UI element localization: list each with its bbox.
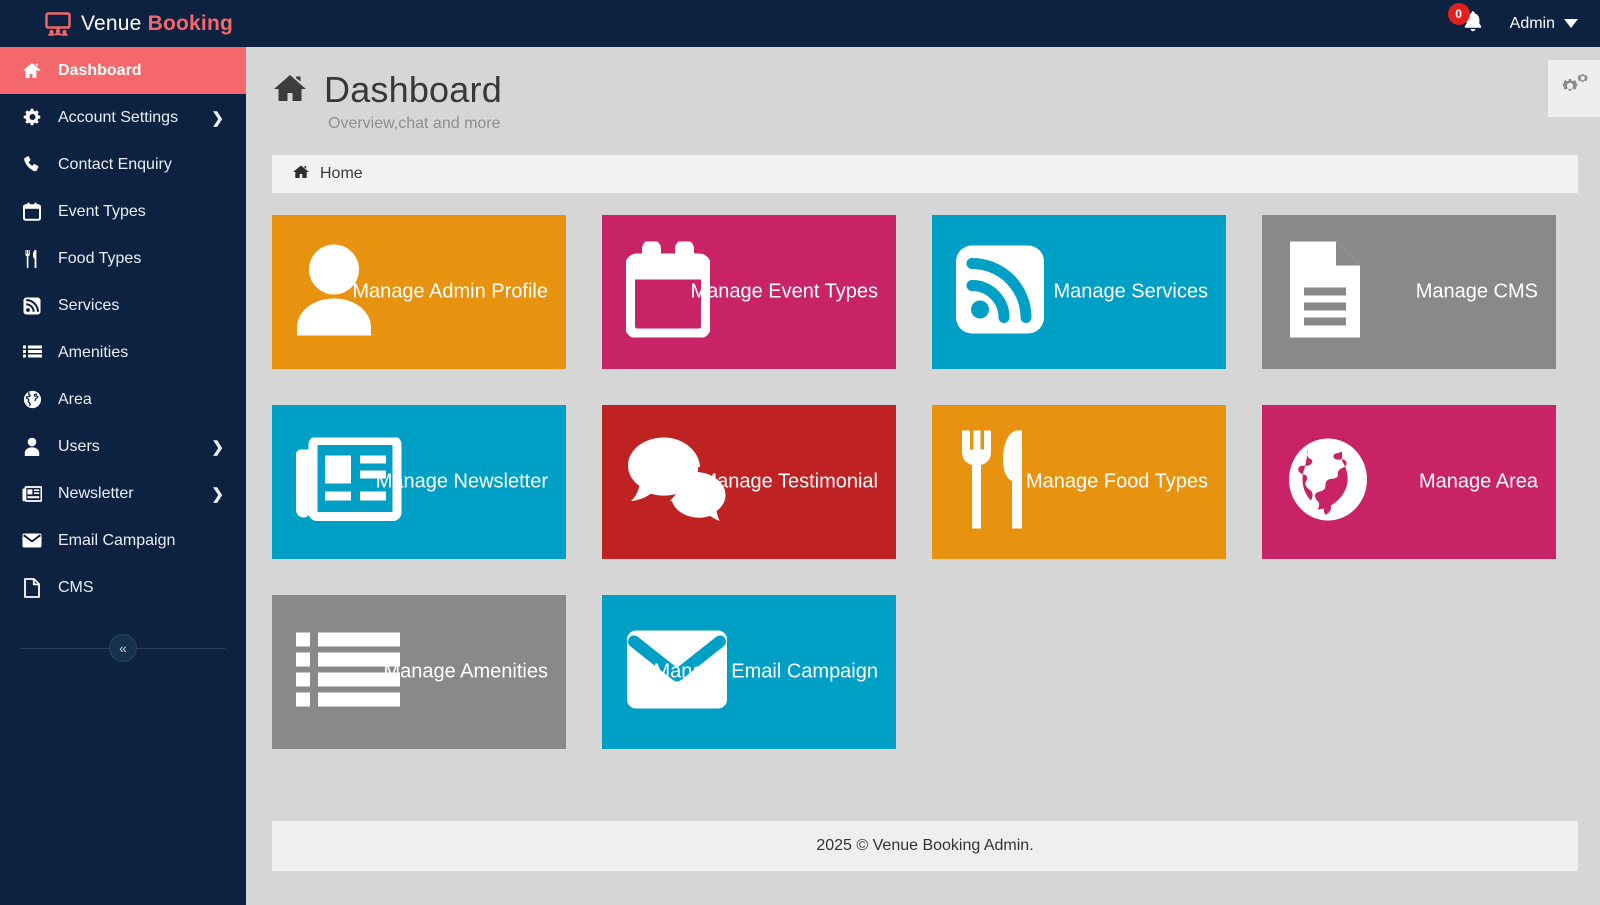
admin-user-menu[interactable]: Admin <box>1510 15 1578 33</box>
tile-manage-services[interactable]: Manage Services <box>932 215 1226 369</box>
tile-manage-testimonial[interactable]: Manage Testimonial <box>602 405 896 559</box>
tile-label: Manage Admin Profile <box>352 280 548 303</box>
tile-label: Manage Area <box>1419 470 1538 493</box>
globe-icon <box>20 390 44 409</box>
tile-label: Manage Food Types <box>1026 470 1208 493</box>
tile-label: Manage Email Campaign <box>653 660 878 683</box>
rss-square-icon <box>956 245 1044 339</box>
file-text-icon <box>1286 240 1364 345</box>
sidebar-collapse-row: « <box>0 625 246 671</box>
tile-manage-cms[interactable]: Manage CMS <box>1262 215 1556 369</box>
page-title: Dashboard <box>272 69 1600 111</box>
sidebar-item-email-campaign[interactable]: Email Campaign <box>0 517 246 564</box>
sidebar-item-label: Account Settings <box>58 108 179 126</box>
home-icon <box>272 72 308 109</box>
page-subtitle: Overview,chat and more <box>328 115 501 132</box>
home-icon <box>292 164 310 185</box>
chevron-down-icon <box>1564 19 1578 28</box>
cogs-icon <box>1559 73 1589 104</box>
user-icon <box>20 437 44 456</box>
tile-label: Manage Amenities <box>383 660 548 683</box>
notifications-button[interactable]: 0 <box>1447 2 1488 39</box>
top-navbar: Venue Booking 0 Admin <box>0 0 1600 47</box>
tile-manage-email-campaign[interactable]: Manage Email Campaign <box>602 595 896 749</box>
tile-label: Manage Testimonial <box>700 470 878 493</box>
footer: 2025 © Venue Booking Admin. <box>272 821 1578 871</box>
globe-icon <box>1286 438 1370 527</box>
brand-title: Venue Booking <box>81 12 233 36</box>
sidebar-item-cms[interactable]: CMS <box>0 564 246 611</box>
page-settings-button[interactable] <box>1548 60 1600 117</box>
double-chevron-left-icon: « <box>119 640 127 656</box>
tile-label: Manage Event Types <box>690 280 878 303</box>
sidebar-item-label: CMS <box>58 578 94 596</box>
main-content: Dashboard Overview,chat and more Home Ma… <box>246 47 1600 905</box>
sidebar-item-label: Users <box>58 437 100 455</box>
list-icon <box>20 345 44 361</box>
envelope-icon <box>20 533 44 548</box>
calendar-icon <box>20 202 44 221</box>
notification-count-badge: 0 <box>1447 2 1470 25</box>
tile-manage-area[interactable]: Manage Area <box>1262 405 1556 559</box>
file-icon <box>20 577 44 598</box>
sidebar-collapse-button[interactable]: « <box>109 634 137 662</box>
sidebar-item-label: Email Campaign <box>58 531 176 549</box>
brand-logo[interactable]: Venue Booking <box>0 0 246 47</box>
sidebar-item-label: Event Types <box>58 202 146 220</box>
sidebar-item-event-types[interactable]: Event Types <box>0 188 246 235</box>
sidebar-item-users[interactable]: Users ❯ <box>0 423 246 470</box>
chevron-right-icon: ❯ <box>211 109 224 127</box>
home-icon <box>20 62 44 80</box>
topbar-actions: 0 Admin <box>1447 0 1600 47</box>
sidebar-item-newsletter[interactable]: Newsletter ❯ <box>0 470 246 517</box>
gear-icon <box>20 108 44 127</box>
sidebar-item-label: Dashboard <box>58 61 142 79</box>
sidebar-item-label: Contact Enquiry <box>58 155 172 173</box>
page-header: Dashboard Overview,chat and more <box>246 47 1600 133</box>
sidebar: Dashboard Account Settings ❯ Contact Enquir… <box>0 47 266 905</box>
sidebar-item-dashboard[interactable]: Dashboard <box>0 47 266 94</box>
tile-manage-event-types[interactable]: Manage Event Types <box>602 215 896 369</box>
sidebar-item-area[interactable]: Area <box>0 376 246 423</box>
tile-label: Manage Newsletter <box>375 470 548 493</box>
tile-label: Manage Services <box>1053 280 1208 303</box>
sidebar-item-label: Newsletter <box>58 484 134 502</box>
chevron-right-icon: ❯ <box>211 438 224 456</box>
cutlery-icon <box>20 249 44 269</box>
sidebar-item-label: Amenities <box>58 343 129 361</box>
sidebar-item-contact-enquiry[interactable]: Contact Enquiry <box>0 141 246 188</box>
rss-icon <box>20 297 44 315</box>
chevron-right-icon: ❯ <box>211 485 224 503</box>
phone-icon <box>20 155 44 174</box>
brand-name-bold: Booking <box>147 11 233 35</box>
dashboard-page: Venue Booking 0 Admin Dashboard Account S… <box>0 0 1600 905</box>
sidebar-item-label: Area <box>58 390 92 408</box>
dashboard-tiles: Manage Admin Profile Manage Event Types Ma… <box>272 215 1578 749</box>
sidebar-item-amenities[interactable]: Amenities <box>0 329 246 376</box>
tile-label: Manage CMS <box>1415 280 1538 303</box>
page-title-text: Dashboard <box>324 69 502 110</box>
tile-manage-amenities[interactable]: Manage Amenities <box>272 595 566 749</box>
sidebar-nav-list: Dashboard Account Settings ❯ Contact Enquir… <box>0 47 266 611</box>
footer-text: 2025 © Venue Booking Admin. <box>816 837 1034 854</box>
admin-user-label: Admin <box>1509 14 1555 32</box>
newspaper-icon <box>20 485 44 502</box>
sidebar-item-services[interactable]: Services <box>0 282 246 329</box>
sidebar-item-account-settings[interactable]: Account Settings ❯ <box>0 94 246 141</box>
breadcrumb: Home <box>272 155 1578 193</box>
brand-name-regular: Venue <box>81 11 148 35</box>
tile-manage-food-types[interactable]: Manage Food Types <box>932 405 1226 559</box>
tile-manage-admin-profile[interactable]: Manage Admin Profile <box>272 215 566 369</box>
sidebar-item-label: Services <box>58 296 120 314</box>
tile-manage-newsletter[interactable]: Manage Newsletter <box>272 405 566 559</box>
breadcrumb-item-home[interactable]: Home <box>320 165 363 183</box>
sidebar-item-label: Food Types <box>58 249 142 267</box>
presentation-screen-icon <box>45 11 71 36</box>
sidebar-item-food-types[interactable]: Food Types <box>0 235 246 282</box>
